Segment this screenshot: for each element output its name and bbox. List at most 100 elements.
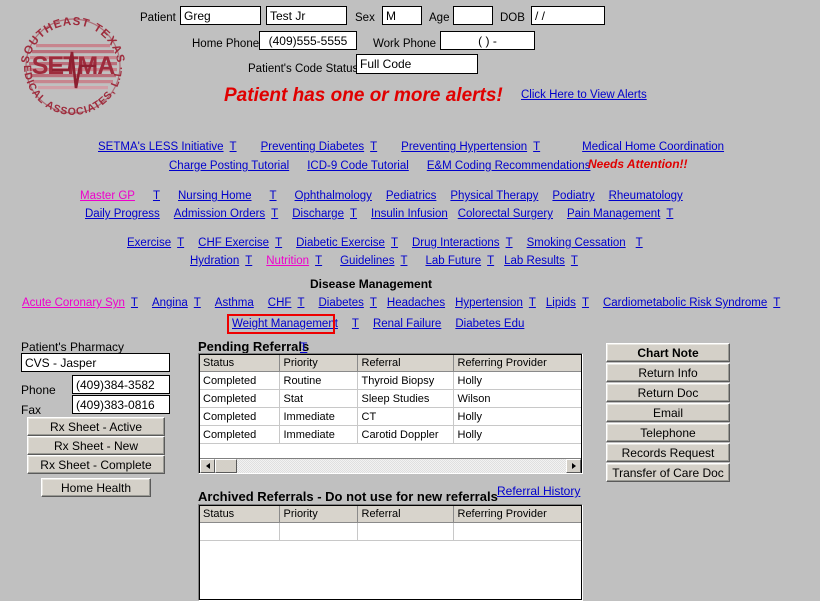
rx-sheet-active-button[interactable]: Rx Sheet - Active: [27, 417, 165, 436]
link-diabetes[interactable]: Diabetes: [318, 297, 363, 309]
link-podiatry[interactable]: Podiatry: [552, 190, 594, 202]
tutorial-marker-chf-exercise[interactable]: T: [275, 237, 282, 249]
link-rheumatology[interactable]: Rheumatology: [609, 190, 683, 202]
link-hypertension[interactable]: Hypertension: [455, 297, 523, 309]
link-chf[interactable]: CHF: [268, 297, 292, 309]
tutorial-marker-diabetes[interactable]: T: [370, 297, 377, 309]
table-row[interactable]: Completed Immediate Carotid Doppler Holl…: [199, 425, 582, 444]
link-hydration[interactable]: Hydration: [190, 255, 239, 267]
col-priority[interactable]: Priority: [279, 505, 358, 523]
link-angina[interactable]: Angina: [152, 297, 188, 309]
return-doc-button[interactable]: Return Doc: [606, 383, 730, 402]
rx-sheet-new-button[interactable]: Rx Sheet - New: [27, 436, 165, 455]
link-diabetic-exercise[interactable]: Diabetic Exercise: [296, 237, 385, 249]
link-icd9-code-tutorial[interactable]: ICD-9 Code Tutorial: [307, 160, 409, 172]
patient-first-name-field[interactable]: Greg: [180, 6, 261, 25]
link-setmas-less-initiative[interactable]: SETMA's LESS Initiative: [98, 141, 224, 153]
tutorial-marker-hypertension[interactable]: T: [529, 297, 536, 309]
link-nutrition[interactable]: Nutrition: [266, 255, 309, 267]
tutorial-marker-preventing-hypertension[interactable]: T: [533, 141, 540, 153]
link-insulin-infusion[interactable]: Insulin Infusion: [371, 208, 448, 220]
link-pediatrics[interactable]: Pediatrics: [386, 190, 437, 202]
tutorial-marker-hydration[interactable]: T: [245, 255, 252, 267]
scroll-right-button[interactable]: [566, 459, 581, 473]
link-discharge[interactable]: Discharge: [292, 208, 344, 220]
tutorial-marker-discharge[interactable]: T: [350, 208, 357, 220]
patient-last-name-field[interactable]: Test Jr: [266, 6, 347, 25]
table-row[interactable]: [199, 522, 582, 541]
link-lab-results[interactable]: Lab Results: [504, 255, 565, 267]
link-guidelines[interactable]: Guidelines: [340, 255, 394, 267]
col-referral[interactable]: Referral: [357, 505, 454, 523]
link-ophthalmology[interactable]: Ophthalmology: [295, 190, 372, 202]
tutorial-marker-smoking-cessation[interactable]: T: [636, 237, 643, 249]
link-physical-therapy[interactable]: Physical Therapy: [450, 190, 538, 202]
pending-referrals-hscrollbar[interactable]: [200, 458, 581, 473]
sex-field[interactable]: M: [382, 6, 422, 25]
home-phone-field[interactable]: (409)555-5555: [259, 31, 357, 50]
tutorial-marker-pain-management[interactable]: T: [666, 208, 673, 220]
pharmacy-name-field[interactable]: CVS - Jasper: [21, 353, 170, 372]
tutorial-marker-exercise[interactable]: T: [177, 237, 184, 249]
tutorial-marker-setmas-less-initiative[interactable]: T: [230, 141, 237, 153]
tutorial-marker-drug-interactions[interactable]: T: [506, 237, 513, 249]
tutorial-marker-lab-results[interactable]: T: [571, 255, 578, 267]
referral-history-link[interactable]: Referral History: [497, 484, 580, 498]
link-lipids[interactable]: Lipids: [546, 297, 576, 309]
tutorial-marker-acute-coronary-syn[interactable]: T: [131, 297, 138, 309]
tutorial-marker-preventing-diabetes[interactable]: T: [370, 141, 377, 153]
tutorial-marker-nursing-home[interactable]: T: [270, 190, 277, 202]
col-priority[interactable]: Priority: [279, 354, 358, 372]
link-colorectal-surgery[interactable]: Colorectal Surgery: [458, 208, 553, 220]
pharmacy-fax-field[interactable]: (409)383-0816: [72, 395, 170, 414]
col-status[interactable]: Status: [199, 354, 280, 372]
link-master-gp[interactable]: Master GP: [80, 190, 135, 202]
scroll-track[interactable]: [215, 459, 566, 473]
link-em-coding-recommendations[interactable]: E&M Coding Recommendations: [427, 160, 591, 172]
link-smoking-cessation[interactable]: Smoking Cessation: [527, 237, 626, 249]
return-info-button[interactable]: Return Info: [606, 363, 730, 382]
link-headaches[interactable]: Headaches: [387, 297, 445, 309]
chart-note-button[interactable]: Chart Note: [606, 343, 730, 362]
table-row[interactable]: Completed Immediate CT Holly: [199, 407, 582, 426]
work-phone-field[interactable]: ( ) -: [440, 31, 535, 50]
table-row[interactable]: Completed Routine Thyroid Biopsy Holly: [199, 371, 582, 390]
link-weight-management[interactable]: Weight Management: [232, 318, 338, 330]
age-field[interactable]: [453, 6, 493, 25]
link-exercise[interactable]: Exercise: [127, 237, 171, 249]
tutorial-marker-admission-orders[interactable]: T: [271, 208, 278, 220]
telephone-button[interactable]: Telephone: [606, 423, 730, 442]
email-button[interactable]: Email: [606, 403, 730, 422]
link-charge-posting-tutorial[interactable]: Charge Posting Tutorial: [169, 160, 289, 172]
scroll-thumb[interactable]: [215, 459, 237, 473]
link-nursing-home[interactable]: Nursing Home: [178, 190, 252, 202]
link-daily-progress[interactable]: Daily Progress: [85, 208, 160, 220]
dob-field[interactable]: / /: [531, 6, 605, 25]
link-admission-orders[interactable]: Admission Orders: [174, 208, 265, 220]
pharmacy-phone-field[interactable]: (409)384-3582: [72, 375, 170, 394]
link-acute-coronary-syn[interactable]: Acute Coronary Syn: [22, 297, 125, 309]
home-health-button[interactable]: Home Health: [41, 478, 151, 497]
link-drug-interactions[interactable]: Drug Interactions: [412, 237, 500, 249]
col-referring-provider[interactable]: Referring Provider: [453, 354, 582, 372]
link-cardiometabolic-risk-syndrome[interactable]: Cardiometabolic Risk Syndrome: [603, 297, 767, 309]
link-lab-future[interactable]: Lab Future: [425, 255, 481, 267]
tutorial-marker-pending-referrals[interactable]: T: [300, 340, 307, 354]
tutorial-marker-cardiometabolic-risk-syndrome[interactable]: T: [773, 297, 780, 309]
link-chf-exercise[interactable]: CHF Exercise: [198, 237, 269, 249]
view-alerts-link[interactable]: Click Here to View Alerts: [521, 89, 647, 101]
link-renal-failure[interactable]: Renal Failure: [373, 318, 441, 330]
table-row[interactable]: Completed Stat Sleep Studies Wilson: [199, 389, 582, 408]
scroll-left-button[interactable]: [200, 459, 215, 473]
code-status-field[interactable]: Full Code: [356, 54, 478, 74]
tutorial-marker-lipids[interactable]: T: [582, 297, 589, 309]
tutorial-marker-nutrition[interactable]: T: [315, 255, 322, 267]
tutorial-marker-guidelines[interactable]: T: [400, 255, 407, 267]
tutorial-marker-lab-future[interactable]: T: [487, 255, 494, 267]
records-request-button[interactable]: Records Request: [606, 443, 730, 462]
link-diabetes-edu[interactable]: Diabetes Edu: [455, 318, 524, 330]
link-asthma[interactable]: Asthma: [215, 297, 254, 309]
tutorial-marker-master-gp[interactable]: T: [153, 190, 160, 202]
col-referral[interactable]: Referral: [357, 354, 454, 372]
link-preventing-diabetes[interactable]: Preventing Diabetes: [261, 141, 365, 153]
